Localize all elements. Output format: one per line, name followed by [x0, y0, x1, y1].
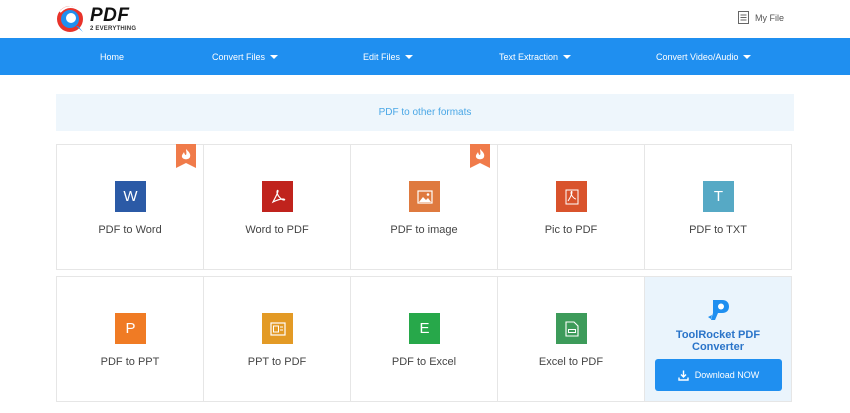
main-nav: Home Convert Files Edit Files Text Extra… [0, 38, 850, 75]
tool-card-word-to-pdf[interactable]: Word to PDF [203, 144, 351, 270]
image-icon [409, 181, 440, 212]
download-now-button[interactable]: Download NOW [655, 359, 782, 391]
tool-label: Pic to PDF [544, 224, 598, 236]
hot-badge-icon [176, 144, 196, 168]
tool-label: Word to PDF [245, 224, 309, 236]
toolrocket-logo-icon [706, 297, 732, 323]
tool-label: PDF to PPT [100, 356, 160, 368]
tool-card-excel-to-pdf[interactable]: Excel to PDF [497, 276, 645, 402]
tool-label: PDF to TXT [689, 224, 747, 236]
pdf-acrobat-icon [556, 181, 587, 212]
header: PDF 2 EVERYTHING My File [0, 0, 850, 38]
promo-title: ToolRocket PDF Converter [645, 329, 791, 353]
file-icon [738, 11, 749, 24]
text-icon: T [703, 181, 734, 212]
section-banner: PDF to other formats [56, 94, 794, 131]
section-title: PDF to other formats [378, 107, 472, 118]
nav-item-text-extraction[interactable]: Text Extraction [499, 38, 572, 75]
excel-icon: E [409, 313, 440, 344]
pdf-acrobat-icon [262, 181, 293, 212]
nav-item-convert-files[interactable]: Convert Files [212, 38, 279, 75]
download-button-label: Download NOW [694, 370, 760, 380]
logo-mark-icon [56, 4, 86, 34]
promo-title-line: ToolRocket PDF [675, 329, 761, 341]
nav-label: Convert Video/Audio [656, 51, 739, 62]
logo-text: PDF [90, 5, 130, 26]
nav-label: Text Extraction [499, 51, 559, 62]
my-file-link[interactable]: My File [738, 11, 784, 24]
caret-down-icon [743, 54, 752, 59]
hot-badge-icon [470, 144, 490, 168]
site-logo[interactable]: PDF 2 EVERYTHING [56, 3, 136, 35]
nav-item-convert-video-audio[interactable]: Convert Video/Audio [656, 38, 752, 75]
tool-label: PPT to PDF [247, 356, 307, 368]
nav-label: Convert Files [212, 51, 266, 62]
tool-card-pic-to-pdf[interactable]: Pic to PDF [497, 144, 645, 270]
caret-down-icon [563, 54, 572, 59]
sheet-pdf-icon [556, 313, 587, 344]
caret-down-icon [405, 54, 414, 59]
tool-card-pdf-to-txt[interactable]: T PDF to TXT [644, 144, 792, 270]
word-icon: W [115, 181, 146, 212]
nav-item-home[interactable]: Home [100, 38, 124, 75]
powerpoint-icon: P [115, 313, 146, 344]
tool-label: PDF to Excel [391, 356, 457, 368]
tool-label: PDF to image [390, 224, 458, 236]
tool-card-pdf-to-image[interactable]: PDF to image [350, 144, 498, 270]
download-icon [678, 370, 689, 381]
my-file-label: My File [755, 12, 784, 23]
tool-card-pdf-to-ppt[interactable]: P PDF to PPT [56, 276, 204, 402]
promo-card: ToolRocket PDF Converter Download NOW [644, 276, 792, 402]
tool-card-ppt-to-pdf[interactable]: PPT to PDF [203, 276, 351, 402]
tool-label: Excel to PDF [538, 356, 604, 368]
tool-label: PDF to Word [98, 224, 162, 236]
tool-card-pdf-to-word[interactable]: W PDF to Word [56, 144, 204, 270]
presentation-icon [262, 313, 293, 344]
nav-label: Edit Files [363, 51, 401, 62]
nav-item-edit-files[interactable]: Edit Files [363, 38, 414, 75]
caret-down-icon [270, 54, 279, 59]
tool-card-pdf-to-excel[interactable]: E PDF to Excel [350, 276, 498, 402]
promo-title-line: Converter [692, 341, 744, 353]
logo-subtext: 2 EVERYTHING [90, 26, 137, 32]
nav-label: Home [100, 51, 125, 62]
